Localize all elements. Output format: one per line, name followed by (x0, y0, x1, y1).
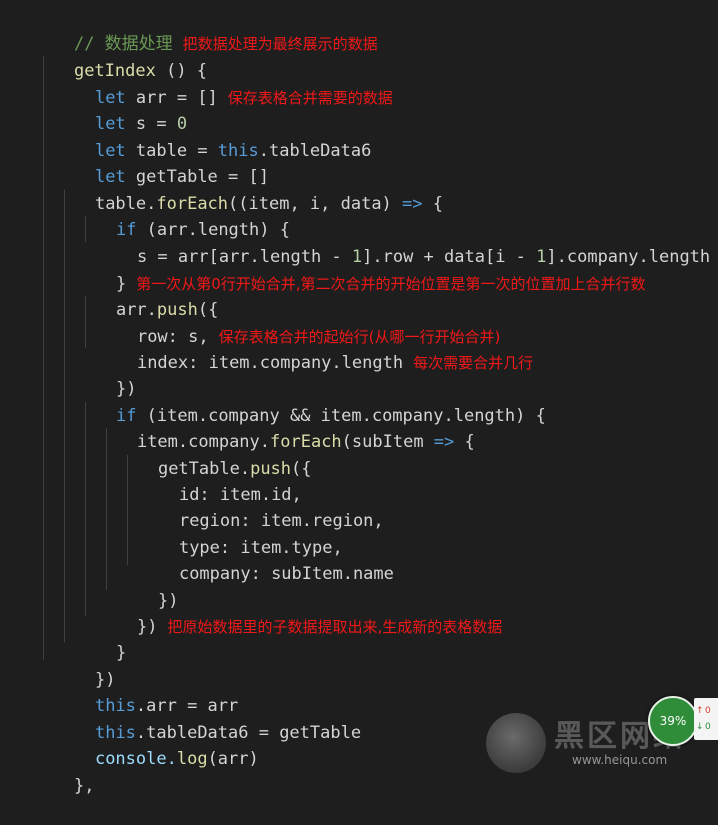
upload-value: 0 (705, 706, 711, 716)
code-line: console.log(arr) (0, 720, 259, 769)
code-line: } 第一次从第0行开始合并,第二次合并的开始位置是第一次的位置加上合并行数 (0, 245, 646, 294)
code-line: if (item.company && item.company.length)… (0, 377, 546, 426)
code-line: } (0, 614, 126, 663)
code-line: // 数据处理 把数据处理为最终展示的数据 (0, 5, 378, 54)
code-line: row: s, 保存表格合并的起始行(从哪一行开始合并) (0, 298, 500, 347)
code-line: arr.push({ (0, 271, 218, 320)
code-line: let getTable = [] (0, 138, 269, 187)
code-line: getTable.push({ (0, 430, 312, 479)
code-token: (arr) (207, 749, 259, 769)
code-line: type: item.type, (0, 509, 343, 558)
speed-ball-widget[interactable]: 39% (648, 696, 698, 746)
code-line: id: item.id, (0, 456, 302, 505)
code-line: }, (0, 747, 94, 796)
watermark-logo-icon (486, 713, 546, 773)
arrow-token: => (433, 432, 455, 452)
method-token: log (176, 749, 208, 769)
network-speed-panel[interactable]: ↑ 0 ↓ 0 (694, 698, 718, 740)
code-token: { (454, 432, 475, 452)
code-token: { (422, 194, 443, 214)
code-token: .tableData6 (258, 141, 372, 161)
code-line: s = arr[arr.length - 1].row + data[i - 1… (0, 218, 710, 267)
code-editor[interactable]: // 数据处理 把数据处理为最终展示的数据 getIndex () { let a… (0, 0, 718, 796)
code-token: company: subItem.name (178, 564, 394, 584)
code-line: }) 把原始数据里的子数据提取出来,生成新的表格数据 (0, 588, 502, 637)
arrow-token: => (402, 194, 423, 214)
code-line: index: item.company.length 每次需要合并几行 (0, 324, 533, 373)
code-line: getIndex () { (0, 32, 207, 81)
speed-percent: 39% (659, 714, 687, 728)
code-line: if (arr.length) { (0, 191, 290, 240)
code-line: let table = this.tableData6 (0, 112, 371, 161)
code-line: let arr = [] 保存表格合并需要的数据 (0, 59, 393, 108)
code-line: }) (0, 562, 178, 611)
code-token: (subItem (341, 432, 434, 452)
code-token: console. (94, 749, 177, 769)
code-token: index: item.company.length (136, 353, 404, 373)
annotation-note: 保存表格合并需要的数据 (227, 89, 393, 107)
code-line: company: subItem.name (0, 535, 394, 584)
code-token: }) (136, 617, 158, 637)
upload-arrow-icon: ↑ (696, 706, 704, 716)
code-line: let s = 0 (0, 85, 187, 134)
code-line: item.company.forEach(subItem => { (0, 403, 475, 452)
annotation-note: 每次需要合并几行 (413, 354, 534, 372)
download-arrow-icon: ↓ (696, 722, 704, 732)
annotation-note: 把原始数据里的子数据提取出来,生成新的表格数据 (167, 618, 503, 636)
code-token: }, (73, 776, 95, 796)
code-line: this.arr = arr (0, 667, 238, 716)
download-value: 0 (705, 722, 711, 732)
code-line: }) (0, 641, 115, 690)
annotation-note: 把数据处理为最终展示的数据 (182, 35, 378, 53)
code-line: region: item.region, (0, 482, 384, 531)
code-token: } (115, 643, 127, 663)
watermark-url: www.heiqu.com (572, 753, 668, 767)
code-line: }) (0, 350, 136, 399)
code-line: table.forEach((item, i, data) => { (0, 165, 443, 214)
code-line: this.tableData6 = getTable (0, 694, 361, 743)
